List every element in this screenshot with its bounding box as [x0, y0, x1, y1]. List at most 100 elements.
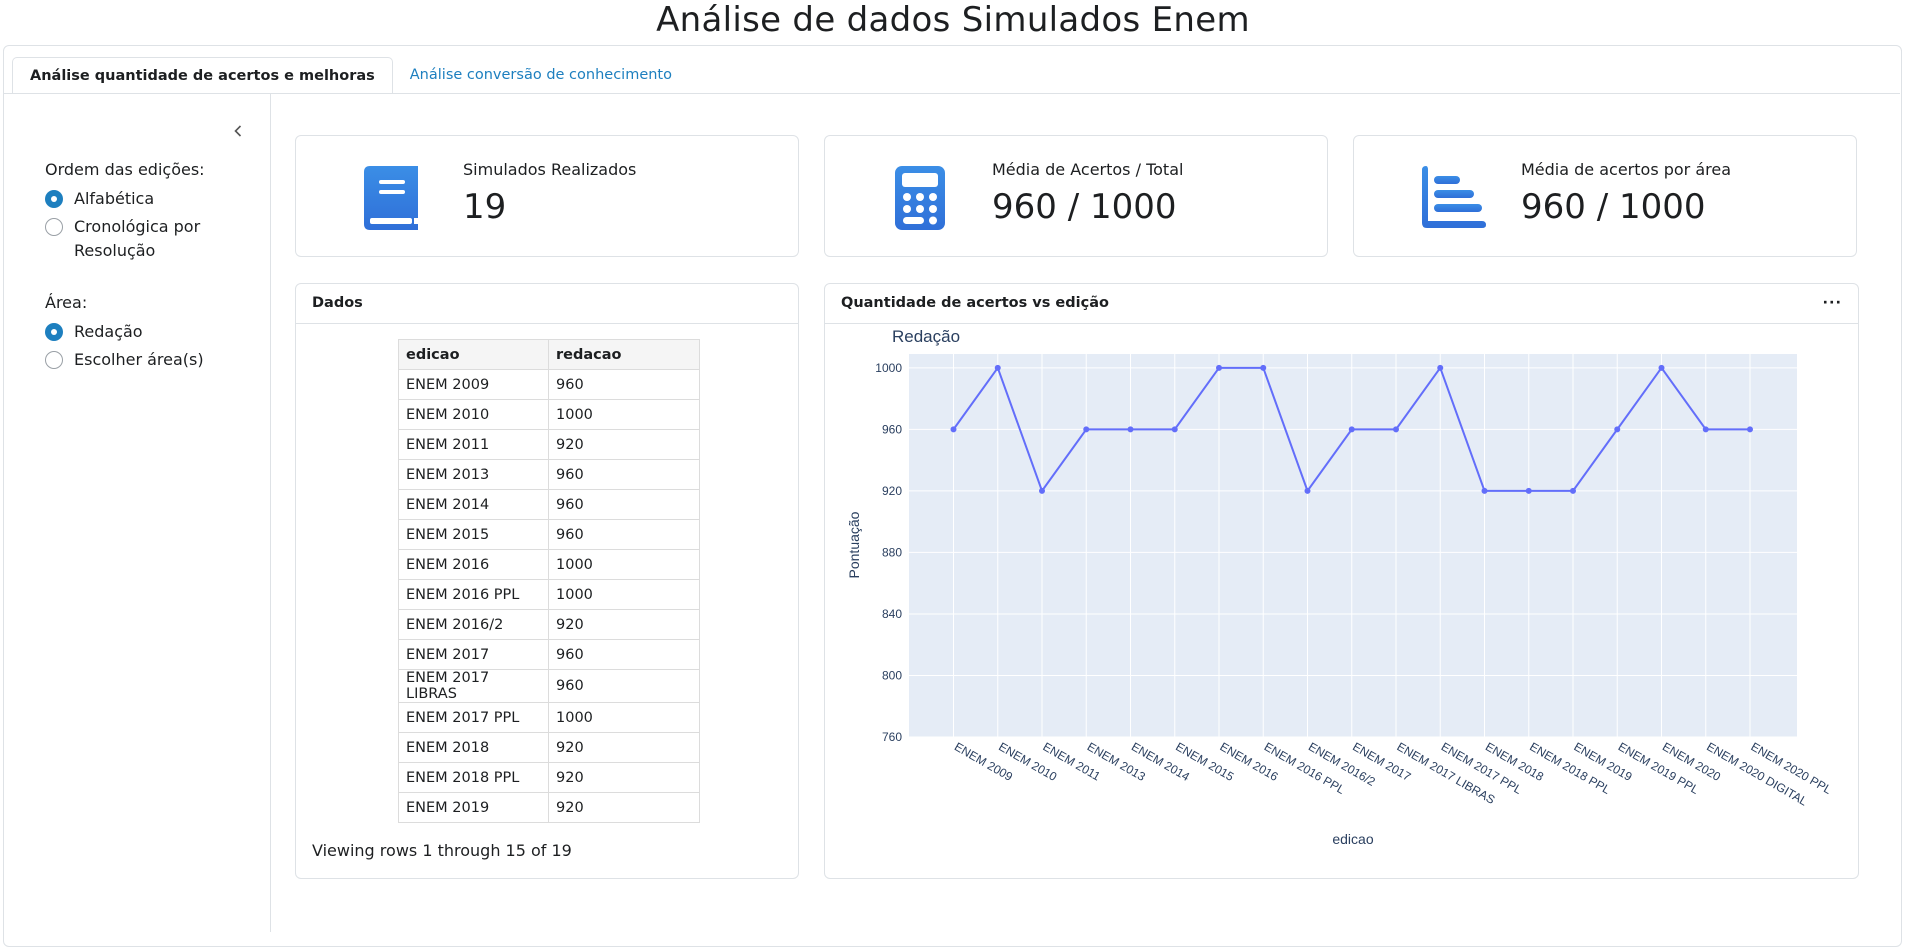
- cell-redacao: 1000: [548, 579, 700, 610]
- cell-edicao: ENEM 2014: [398, 489, 549, 520]
- data-point: [1171, 426, 1178, 433]
- cell-edicao: ENEM 2015: [398, 519, 549, 550]
- cell-redacao: 1000: [548, 549, 700, 580]
- chart-title: Redação: [892, 327, 960, 346]
- line-chart: 7608008408809209601000ENEM 2009ENEM 2010…: [846, 327, 1834, 847]
- cell-edicao: ENEM 2018 PPL: [398, 762, 549, 793]
- y-tick-label: 920: [882, 484, 902, 498]
- data-point: [1083, 426, 1090, 433]
- table-footer: Viewing rows 1 through 15 of 19: [312, 841, 572, 860]
- cell-edicao: ENEM 2018: [398, 732, 549, 763]
- table-row: ENEM 2013 960: [398, 459, 700, 490]
- cell-edicao: ENEM 2009: [398, 369, 549, 400]
- cell-edicao: ENEM 2016/2: [398, 609, 549, 640]
- more-horizontal-icon[interactable]: ···: [1822, 284, 1842, 322]
- table-row: ENEM 2017 PPL 1000: [398, 702, 700, 733]
- column-header[interactable]: redacao: [548, 339, 700, 370]
- radio-unselected-icon[interactable]: [45, 218, 63, 236]
- radio-label: Escolher área(s): [74, 350, 204, 369]
- cell-redacao: 920: [548, 792, 700, 823]
- y-tick-label: 760: [882, 730, 902, 744]
- cell-edicao: ENEM 2013: [398, 459, 549, 490]
- chart-card-title: Quantidade de acertos vs edição: [841, 295, 1109, 311]
- cell-redacao: 920: [548, 429, 700, 460]
- data-point: [950, 426, 957, 433]
- value-box-value: 960 / 1000: [992, 187, 1177, 227]
- radio-selected-icon[interactable]: [45, 190, 63, 208]
- cell-redacao: 960: [548, 489, 700, 520]
- value-box-title: Média de acertos por área: [1521, 160, 1732, 179]
- cell-redacao: 960: [548, 639, 700, 670]
- data-table: edicao redacao ENEM 2009 960 ENEM 2010 1000…: [398, 339, 700, 823]
- tab-acertos-melhoras[interactable]: Análise quantidade de acertos e melhoras: [12, 57, 393, 94]
- chart-card-header: Quantidade de acertos vs edição ···: [825, 284, 1858, 324]
- cell-redacao: 920: [548, 732, 700, 763]
- cell-edicao: ENEM 2017 LIBRAS: [398, 669, 549, 703]
- table-row: ENEM 2018 920: [398, 732, 700, 763]
- y-tick-label: 840: [882, 607, 902, 621]
- data-card: Dados edicao redacao ENEM 2009 960 ENEM 20…: [295, 283, 799, 879]
- data-point: [1348, 426, 1355, 433]
- calculator-icon: [891, 166, 951, 230]
- radio-cronologica[interactable]: Cronológica por Resolução: [45, 215, 225, 263]
- table-row: ENEM 2018 PPL 920: [398, 762, 700, 793]
- data-point: [1260, 364, 1267, 371]
- y-tick-label: 1000: [875, 361, 902, 375]
- cell-edicao: ENEM 2017: [398, 639, 549, 670]
- data-point: [1393, 426, 1399, 433]
- data-card-header: Dados: [296, 284, 798, 324]
- cell-edicao: ENEM 2017 PPL: [398, 702, 549, 733]
- order-label: Ordem das edições:: [45, 160, 205, 179]
- table-row: ENEM 2016 1000: [398, 549, 700, 580]
- page-title: Análise de dados Simulados Enem: [656, 0, 1250, 40]
- cell-redacao: 920: [548, 762, 700, 793]
- table-row: ENEM 2016 PPL 1000: [398, 579, 700, 610]
- value-box-title: Simulados Realizados: [463, 160, 637, 179]
- radio-alfabetica[interactable]: Alfabética: [45, 187, 225, 211]
- table-row: ENEM 2014 960: [398, 489, 700, 520]
- table-row: ENEM 2017 LIBRAS 960: [398, 669, 700, 703]
- bar-chart-horizontal-icon: [1420, 166, 1486, 230]
- data-point: [1525, 487, 1532, 494]
- radio-selected-icon[interactable]: [45, 323, 63, 341]
- data-point: [1127, 426, 1134, 433]
- value-box-value: 960 / 1000: [1521, 187, 1706, 227]
- table-row: ENEM 2017 960: [398, 639, 700, 670]
- data-point: [1614, 426, 1621, 433]
- data-point: [1304, 487, 1311, 494]
- radio-unselected-icon[interactable]: [45, 351, 63, 369]
- cell-edicao: ENEM 2010: [398, 399, 549, 430]
- data-point: [1658, 364, 1665, 371]
- tabs-divider: [3, 93, 1900, 94]
- cell-redacao: 960: [548, 669, 700, 703]
- data-point: [994, 364, 1001, 371]
- table-row: ENEM 2015 960: [398, 519, 700, 550]
- cell-edicao: ENEM 2016: [398, 549, 549, 580]
- data-point: [1747, 426, 1753, 433]
- tab-conversao-conhecimento[interactable]: Análise conversão de conhecimento: [393, 57, 689, 94]
- table-row: ENEM 2016/2 920: [398, 609, 700, 640]
- data-point: [1216, 364, 1222, 371]
- data-point: [1702, 426, 1709, 433]
- radio-label: Redação: [74, 322, 143, 341]
- chevron-left-icon[interactable]: [228, 121, 248, 141]
- cell-redacao: 1000: [548, 399, 700, 430]
- x-axis-label: edicao: [1332, 831, 1373, 847]
- value-box-value: 19: [463, 187, 507, 227]
- cell-edicao: ENEM 2016 PPL: [398, 579, 549, 610]
- cell-redacao: 1000: [548, 702, 700, 733]
- column-header[interactable]: edicao: [398, 339, 549, 370]
- radio-escolher-areas[interactable]: Escolher área(s): [45, 348, 225, 372]
- table-header-row: edicao redacao: [398, 339, 700, 370]
- tab-bar: Análise quantidade de acertos e melhoras…: [12, 57, 689, 94]
- table-row: ENEM 2010 1000: [398, 399, 700, 430]
- y-tick-label: 960: [882, 422, 902, 436]
- chart-card: Quantidade de acertos vs edição ··· 760 8…: [824, 283, 1859, 879]
- cell-redacao: 960: [548, 369, 700, 400]
- table-row: ENEM 2019 920: [398, 792, 700, 823]
- radio-redacao[interactable]: Redação: [45, 320, 225, 344]
- cell-edicao: ENEM 2011: [398, 429, 549, 460]
- y-axis-label: Pontuação: [846, 511, 862, 578]
- value-box-media-total: Média de Acertos / Total 960 / 1000: [824, 135, 1328, 257]
- data-point: [1481, 487, 1488, 494]
